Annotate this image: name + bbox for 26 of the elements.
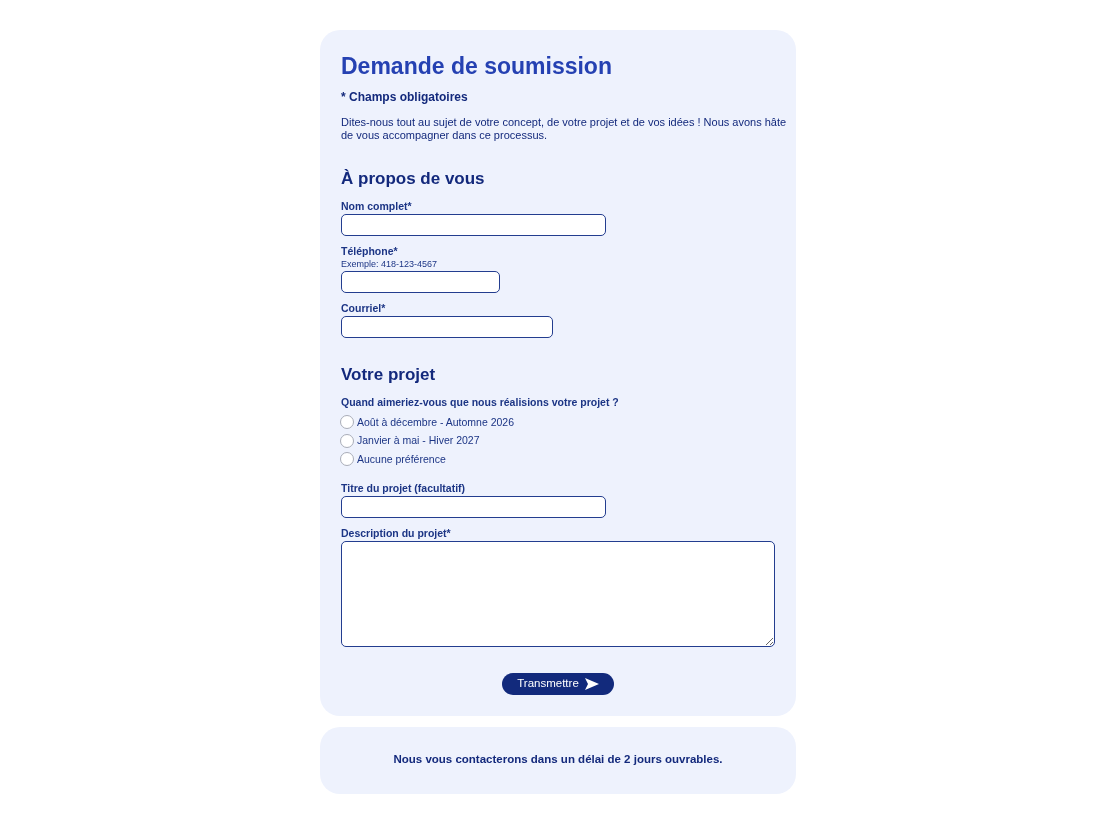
arrow-icon bbox=[584, 677, 599, 690]
radio-button[interactable] bbox=[340, 433, 354, 448]
question-label: Quand aimeriez-vous que nous réalisions votre projet ? bbox=[341, 396, 619, 409]
input-field[interactable] bbox=[341, 271, 500, 293]
radio-option[interactable]: Aucune préférence bbox=[340, 450, 446, 469]
field-label: Téléphone* bbox=[341, 245, 398, 258]
field-label: Description du projet* bbox=[341, 526, 451, 540]
field-label: Titre du projet (facultatif) bbox=[341, 481, 466, 495]
help-text: Exemple: 418-123-4567 bbox=[341, 259, 438, 270]
section-heading: Votre projet bbox=[341, 364, 436, 386]
radio-button[interactable] bbox=[340, 415, 354, 430]
required-note: * Champs obligatoires bbox=[341, 90, 468, 104]
input-field[interactable] bbox=[341, 495, 606, 518]
submit-button[interactable]: Transmettre bbox=[502, 672, 614, 695]
input-field[interactable] bbox=[341, 214, 606, 236]
radio-option[interactable]: Août à décembre - Automne 2026 bbox=[340, 413, 515, 432]
radio-button[interactable] bbox=[340, 452, 354, 467]
text-area[interactable] bbox=[341, 540, 775, 647]
footer-note: Nous vous contacterons dans un délai de 2 jours ouvrables. bbox=[393, 752, 723, 768]
input-field[interactable] bbox=[341, 316, 553, 338]
field-label: Nom complet* bbox=[341, 200, 412, 213]
radio-option[interactable]: Janvier à mai - Hiver 2027 bbox=[340, 431, 480, 450]
intro-text: Dites-nous tout au sujet de votre concept, de votre projet et de vos idées ! Nous avons hâte de vous accompagner dans ce processus. bbox=[341, 116, 788, 142]
section-heading: À propos de vous bbox=[341, 168, 485, 190]
field-label: Courriel* bbox=[341, 302, 386, 315]
form-title: Demande de soumission bbox=[341, 52, 612, 81]
